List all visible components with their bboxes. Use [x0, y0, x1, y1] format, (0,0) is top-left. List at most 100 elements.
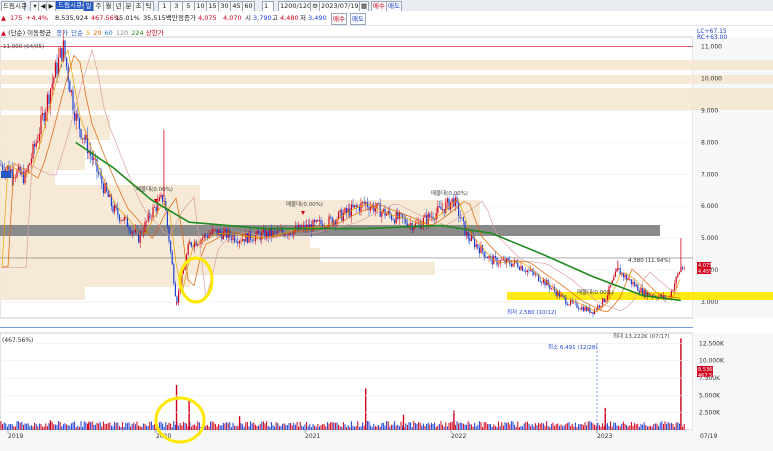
candle-body: [43, 113, 45, 122]
volume-bar: [13, 426, 15, 430]
candle-body: [360, 202, 362, 212]
volume-bar: [326, 422, 328, 430]
volume-bar: [565, 423, 567, 430]
candle-body: [397, 212, 399, 219]
volume-bar: [66, 424, 68, 430]
volume-tick-0: 12.500K: [699, 340, 725, 347]
volume-bar: [418, 422, 420, 430]
volume-bar: [237, 425, 239, 430]
volume-bar: [366, 421, 368, 430]
volume-bar: [243, 426, 245, 430]
volume-bar: [443, 426, 445, 430]
candle-body: [195, 241, 197, 246]
volume-bar: [288, 423, 290, 430]
support-highlight: [507, 292, 773, 300]
candle-body: [102, 183, 104, 194]
volume-bar: [210, 421, 212, 430]
volume-bar: [536, 425, 538, 430]
candle-body: [24, 171, 26, 184]
candle-body: [174, 283, 176, 297]
volume-bar: [32, 426, 34, 430]
volume-bar: [90, 422, 92, 430]
volume-bar: [547, 426, 549, 430]
volume-bar: [342, 422, 344, 430]
volume-bar: [648, 426, 650, 430]
volume-bar: [221, 425, 223, 430]
volume-bar: [597, 422, 599, 430]
volume-bar: [26, 423, 28, 430]
candle-body: [634, 282, 636, 287]
volume-bar: [107, 423, 109, 430]
volume-bar: [542, 423, 544, 430]
volume-bar: [562, 426, 564, 430]
candle-body: [566, 303, 568, 306]
volume-bar: [504, 422, 506, 430]
volume-bar: [80, 421, 82, 430]
volume-bar: [397, 424, 399, 430]
volume-bar: [218, 424, 220, 430]
price-volume-chart[interactable]: 11.00010.0009.0008.0007.0006.0005.0004.0…: [0, 0, 773, 451]
volume-bar: [408, 422, 410, 430]
candle-body: [146, 221, 148, 222]
candle-body: [464, 220, 466, 236]
volume-bar: [56, 424, 58, 430]
x-tick-3: 2022: [451, 433, 466, 440]
candle-body: [341, 209, 343, 221]
volume-bar: [154, 424, 156, 430]
candle-body: [222, 231, 224, 240]
candle-body: [203, 234, 205, 239]
candle-body: [109, 194, 111, 198]
candle-body: [619, 268, 621, 275]
volume-profile-bar-4: [0, 140, 85, 170]
candle-body: [675, 276, 677, 284]
volume-bar: [178, 425, 180, 430]
candle-body: [134, 229, 136, 233]
candle-body: [374, 208, 376, 212]
candle-body: [280, 229, 282, 231]
volume-bar: [206, 424, 208, 430]
volume-bar: [104, 423, 106, 430]
volume-bar: [211, 421, 213, 430]
volume-bar: [27, 423, 29, 430]
candle-body: [555, 290, 557, 296]
volume-bar: [683, 423, 685, 430]
volume-bar: [294, 424, 296, 430]
volume-bar: [470, 424, 472, 430]
volume-bar: [360, 426, 362, 430]
volume-bar: [336, 422, 338, 430]
candle-body: [381, 211, 383, 217]
volume-bar: [72, 422, 74, 430]
volume-bar: [213, 422, 215, 430]
volume-bar: [197, 421, 199, 430]
volume-bar: [645, 425, 647, 430]
volume-bar: [611, 426, 613, 430]
volume-bar: [424, 426, 426, 430]
volume-bar: [622, 421, 624, 430]
volume-bar: [410, 422, 412, 430]
volume-bar: [594, 424, 596, 430]
candle-body: [61, 48, 63, 61]
candle-body: [277, 230, 279, 233]
candle-body: [659, 294, 661, 297]
volume-bar: [530, 426, 532, 430]
volume-bar: [338, 424, 340, 430]
volume-bar: [291, 425, 293, 430]
candle-body: [2, 165, 4, 171]
volume-spike-0: [49, 420, 52, 430]
candle-body: [565, 297, 567, 304]
volume-bar: [554, 425, 556, 430]
volume-bar: [254, 424, 256, 430]
volume-bar: [58, 421, 60, 430]
candle-body: [362, 202, 364, 203]
candle-body: [128, 227, 130, 231]
candle-body: [66, 57, 68, 67]
volume-bar: [654, 423, 656, 430]
volume-spike-2: [175, 384, 178, 430]
volume-bar: [472, 426, 474, 430]
candle-body: [214, 229, 216, 230]
candle-body: [77, 113, 79, 119]
candle-body: [437, 205, 439, 213]
volume-bar: [419, 422, 421, 430]
candle-body: [126, 216, 128, 228]
candle-body: [14, 177, 16, 179]
